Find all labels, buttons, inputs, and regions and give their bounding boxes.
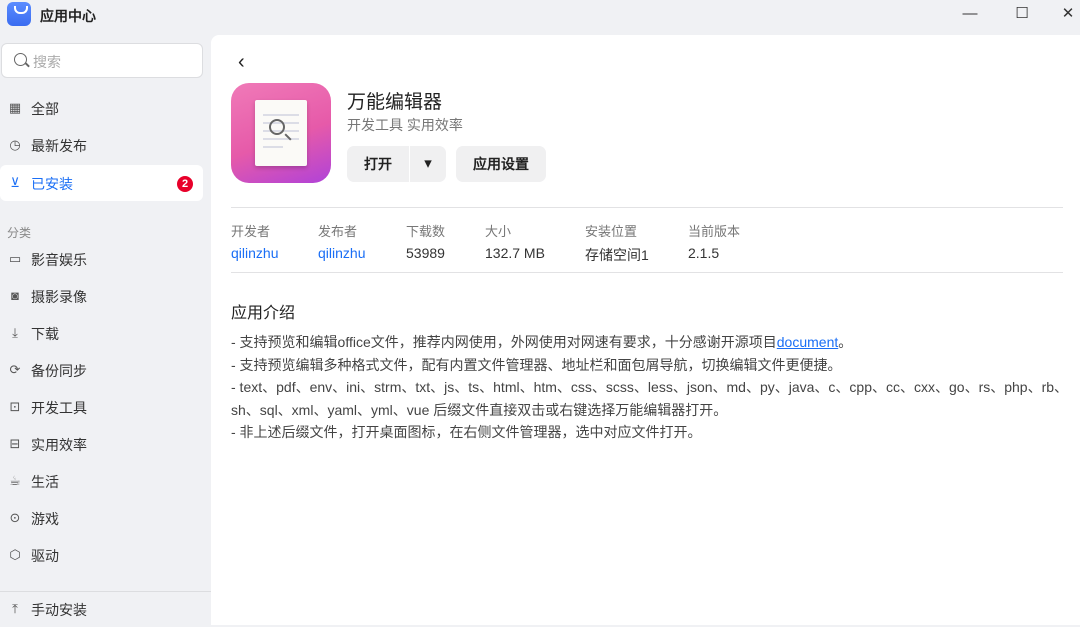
cube-icon: ⬡ [9,547,21,562]
sidebar-item-label: 游戏 [31,511,59,527]
camera-icon: ◙ [11,288,19,303]
back-button[interactable]: ‹ [238,51,245,74]
sidebar-item-devtools[interactable]: ⊡ 开发工具 [0,389,203,425]
sidebar-item-productivity[interactable]: ⊟ 实用效率 [0,426,203,462]
open-button[interactable]: 打开 [347,146,409,182]
clock-icon: ◷ [9,137,21,152]
installed-count-badge: 2 [177,176,193,192]
app-detail-panel: ‹ 万能编辑器 开发工具 实用效率 打开 ▾ 应用设置 开发者 qilinzhu … [211,35,1080,625]
meta-size: 大小 132.7 MB [485,221,545,261]
intro-text: - 支持预览和编辑office文件，推荐内网使用，外网使用对网速有要求，十分感谢… [231,331,1071,444]
briefcase-icon: ⊟ [9,436,21,451]
sync-icon: ⟳ [9,362,21,377]
window-title: 应用中心 [40,8,96,24]
sidebar-item-media[interactable]: ▭ 影音娱乐 [0,241,203,277]
code-icon: ⊡ [9,399,21,414]
meta-value: 2.1.5 [688,245,720,261]
meta-value: 存储空间1 [585,247,649,263]
intro-heading: 应用介绍 [231,305,296,322]
document-link[interactable]: document [777,334,838,350]
installed-icon: ⊻ [10,175,20,190]
close-button[interactable]: ✕ [1058,4,1078,24]
app-categories: 开发工具 实用效率 [347,117,463,133]
developer-link[interactable]: qilinzhu [231,245,278,261]
sidebar-item-label: 摄影录像 [31,289,87,305]
minimize-button[interactable]: — [960,4,980,24]
document-icon [255,100,307,166]
intro-line: - 支持预览和编辑office文件，推荐内网使用，外网使用对网速有要求，十分感谢… [231,334,777,350]
meta-key: 安装位置 [585,224,638,239]
publisher-link[interactable]: qilinzhu [318,245,365,261]
search-icon [14,53,27,66]
meta-key: 下载数 [406,224,446,239]
app-name: 万能编辑器 [347,92,443,113]
meta-key: 发布者 [318,224,358,239]
search-placeholder: 搜索 [33,54,61,70]
sidebar-item-label: 生活 [31,474,59,490]
meta-publisher: 发布者 qilinzhu [318,221,365,261]
maximize-button[interactable]: ☐ [1012,4,1032,24]
intro-line: - text、pdf、env、ini、strm、txt、js、ts、html、h… [231,379,1069,418]
magnifier-icon [269,119,285,135]
meta-key: 大小 [485,224,512,239]
sidebar-item-backup[interactable]: ⟳ 备份同步 [0,352,203,388]
sidebar-item-label: 开发工具 [31,400,87,416]
sidebar-item-games[interactable]: ⊙ 游戏 [0,500,203,536]
manual-install-label: 手动安装 [31,602,87,618]
sidebar-item-label: 影音娱乐 [31,252,87,268]
sidebar-item-installed[interactable]: ⊻ 已安装 2 [0,165,203,201]
title-bar: 应用中心 — ☐ ✕ [0,0,1080,30]
sidebar-item-label: 驱动 [31,548,59,564]
meta-value: 132.7 MB [485,245,545,261]
divider [231,207,1063,208]
upload-icon: ⤒ [12,601,18,616]
open-dropdown-button[interactable]: ▾ [410,146,446,182]
meta-version: 当前版本 2.1.5 [688,221,740,261]
meta-developer: 开发者 qilinzhu [231,221,278,261]
sidebar-item-life[interactable]: ☕ 生活 [0,463,203,499]
divider [231,272,1063,273]
sidebar-item-label: 最新发布 [31,138,87,154]
sidebar-item-drivers[interactable]: ⬡ 驱动 [0,537,203,573]
manual-install-button[interactable]: ⤒ 手动安装 [0,591,203,627]
meta-location: 安装位置存储空间1 [585,221,649,265]
intro-line: - 支持预览编辑多种格式文件，配有内置文件管理器、地址栏和面包屑导航，切换编辑文… [231,356,842,373]
meta-key: 当前版本 [688,224,741,239]
intro-line-end: 。 [838,334,853,350]
sidebar-item-label: 全部 [31,101,59,117]
grid-icon: ▦ [8,100,22,115]
intro-line: - 非上述后缀文件，打开桌面图标，在右侧文件管理器，选中对应文件打开。 [231,424,702,440]
sidebar-item-label: 实用效率 [31,437,87,453]
video-icon: ▭ [8,251,22,266]
sidebar-item-latest[interactable]: ◷ 最新发布 [0,127,203,163]
download-icon: ⤓ [12,325,18,340]
meta-downloads: 下载数 53989 [406,221,445,261]
sidebar-item-label: 已安装 [31,176,73,192]
search-input[interactable]: 搜索 [1,43,203,78]
meta-value: 53989 [406,245,445,261]
sidebar-item-label: 下载 [31,326,59,342]
meta-key: 开发者 [231,224,271,239]
app-icon [231,83,331,183]
sidebar-item-download[interactable]: ⤓ 下载 [0,315,203,351]
app-settings-button[interactable]: 应用设置 [456,146,546,182]
gamepad-icon: ⊙ [9,510,21,525]
sidebar-item-label: 备份同步 [31,363,87,379]
cup-icon: ☕ [9,473,21,488]
sidebar-item-photo[interactable]: ◙ 摄影录像 [0,278,203,314]
category-section-label: 分类 [7,226,32,240]
sidebar-item-all[interactable]: ▦ 全部 [0,90,203,126]
app-center-logo-icon [7,2,31,26]
